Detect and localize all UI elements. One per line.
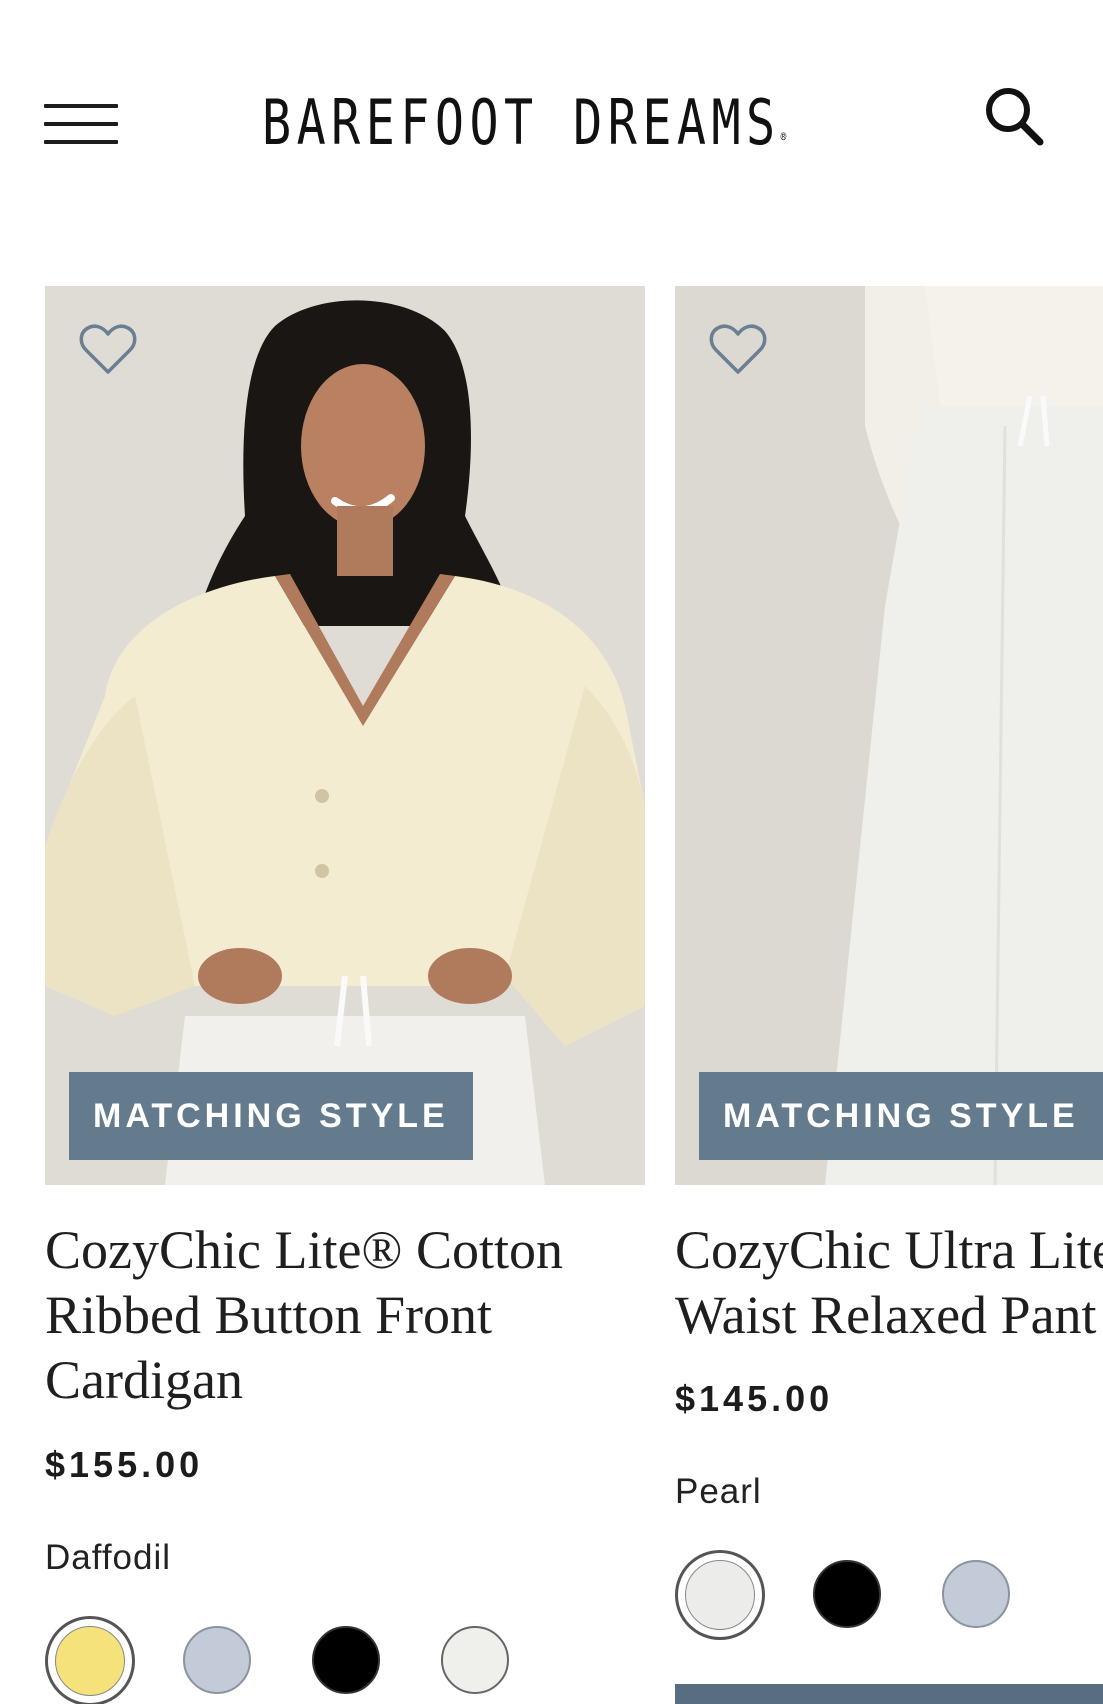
color-swatch-black[interactable] [312,1626,380,1694]
product-carousel[interactable]: MATCHING STYLE CozyChic Lite® Cotton Rib… [0,286,1103,1704]
search-icon[interactable] [982,84,1046,148]
model-illustration [675,286,1103,1185]
product-price: $155.00 [45,1444,204,1485]
color-swatch-blue[interactable] [942,1560,1010,1628]
color-swatch-white[interactable] [441,1626,509,1694]
logo-text: BAREFOOT DREAMS [262,86,781,159]
hamburger-menu-icon[interactable] [44,104,118,146]
registered-mark: ® [780,130,787,144]
product-card[interactable]: MATCHING STYLE CozyChic Lite® Cotton Rib… [45,286,645,1704]
color-swatch-daffodil[interactable] [45,1616,135,1704]
product-image-cardigan[interactable]: MATCHING STYLE [45,286,645,1185]
site-header: BAREFOOT DREAMS® [0,0,1103,250]
product-image-pant[interactable]: MATCHING STYLE [675,286,1103,1185]
matching-style-badge: MATCHING STYLE [699,1072,1103,1160]
color-swatch-black[interactable] [813,1560,881,1628]
color-swatch-blue[interactable] [183,1626,251,1694]
heart-icon[interactable] [79,324,137,376]
brand-logo[interactable]: BAREFOOT DREAMS® [262,88,786,158]
selected-color-name: Pearl [675,1472,762,1511]
product-title[interactable]: CozyChic Lite® Cotton Ribbed Button Fron… [45,1218,645,1413]
heart-icon[interactable] [709,324,767,376]
product-title[interactable]: CozyChic Ultra Lite® Waist Relaxed Pant [675,1218,1103,1348]
model-illustration [45,286,645,1185]
matching-style-badge: MATCHING STYLE [69,1072,473,1160]
color-swatch-pearl[interactable] [675,1550,765,1640]
add-to-bag-button[interactable] [675,1684,1103,1704]
product-price: $145.00 [675,1378,834,1419]
selected-color-name: Daffodil [45,1538,172,1577]
product-card[interactable]: MATCHING STYLE CozyChic Ultra Lite® Wais… [675,286,1103,1704]
